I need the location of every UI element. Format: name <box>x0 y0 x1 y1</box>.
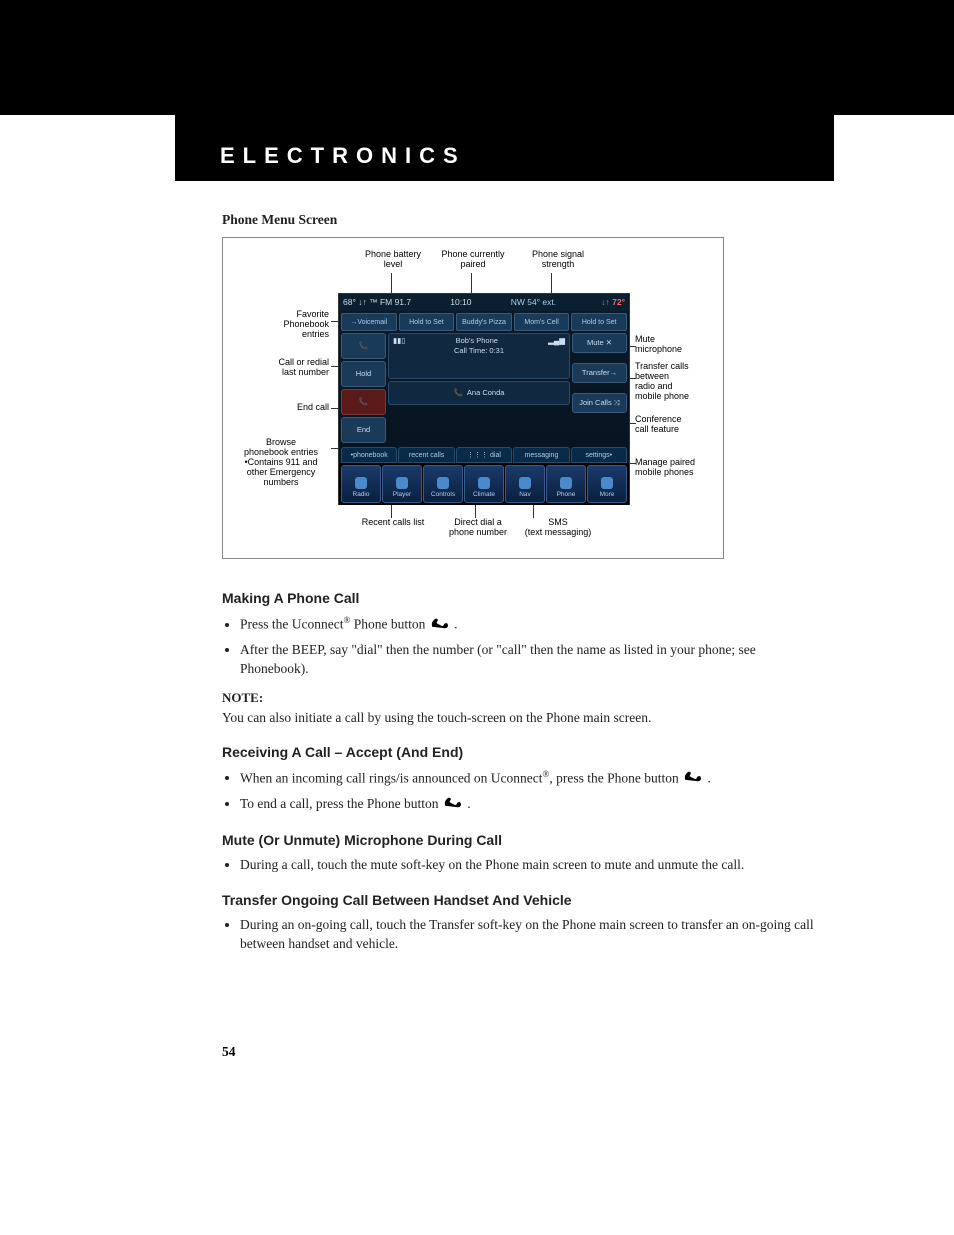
callout-battery: Phone batterylevel <box>353 250 433 270</box>
battery-icon: ▮▮▯ <box>393 336 405 346</box>
call-icon-button[interactable]: 📞 <box>341 333 386 359</box>
phone-handset-icon <box>442 795 464 815</box>
fav-5[interactable]: Hold to Set <box>571 313 627 331</box>
more-icon <box>601 477 613 489</box>
signal-icon: ▂▄▆ <box>548 336 565 346</box>
callout-redial: Call or rediallast number <box>229 358 329 378</box>
contact-name: Ana Conda <box>467 388 505 398</box>
transfer-heading: Transfer Ongoing Call Between Handset An… <box>222 891 824 910</box>
tab-dial[interactable]: ⋮⋮⋮ dial <box>456 447 512 463</box>
nav-nav[interactable]: Nav <box>505 465 545 503</box>
callout-endcall: End call <box>229 403 329 413</box>
nav-climate[interactable]: Climate <box>464 465 504 503</box>
controls-icon <box>437 477 449 489</box>
section-header: ELECTRONICS <box>175 115 834 181</box>
redphone-icon-button[interactable]: 📞 <box>341 389 386 415</box>
climate-icon <box>478 477 490 489</box>
transfer-list: During an on-going call, touch the Trans… <box>222 916 824 954</box>
tab-settings[interactable]: settings• <box>571 447 627 463</box>
uconnect-screen: 68° ↓↑ ™ FM 91.7 10:10 NW 54° ext. ↓↑ 72… <box>338 293 630 505</box>
transfer-button[interactable]: Transfer→ <box>572 363 627 383</box>
page-number: 54 <box>222 1044 236 1060</box>
list-item: Press the Uconnect® Phone button . <box>240 614 824 635</box>
nav-radio[interactable]: Radio <box>341 465 381 503</box>
status-compass: NW 54° ext. <box>511 297 556 308</box>
tab-recent[interactable]: recent calls <box>398 447 454 463</box>
fav-3[interactable]: Buddy's Pizza <box>456 313 512 331</box>
main-nav: Radio Player Controls Climate Nav Phone … <box>339 463 629 505</box>
note-label: NOTE: <box>222 689 824 707</box>
tab-phonebook[interactable]: •phonebook <box>341 447 397 463</box>
callout-phonebook: Browsephonebook entries•Contains 911 and… <box>229 438 333 487</box>
mute-heading: Mute (Or Unmute) Microphone During Call <box>222 831 824 850</box>
manual-page: ELECTRONICS Phone Menu Screen Phone batt… <box>0 0 954 1235</box>
top-black-bar <box>0 0 954 115</box>
nav-phone[interactable]: Phone <box>546 465 586 503</box>
nav-controls[interactable]: Controls <box>423 465 463 503</box>
callout-signal: Phone signalstrength <box>518 250 598 270</box>
making-call-heading: Making A Phone Call <box>222 589 824 608</box>
mute-list: During a call, touch the mute soft-key o… <box>222 856 824 875</box>
callout-paired: Phone currentlypaired <box>433 250 513 270</box>
call-grid: 📞 Hold 📞 End ▮▮▯ Bob's Phone ▂▄▆ Call Time… <box>339 333 629 445</box>
list-item: During a call, touch the mute soft-key o… <box>240 856 824 875</box>
callout-manage: Manage pairedmobile phones <box>635 458 720 478</box>
callout-recent: Recent calls list <box>353 518 433 528</box>
phone-handset-icon <box>429 616 451 636</box>
list-item: During an on-going call, touch the Trans… <box>240 916 824 954</box>
favorites-row: →Voicemail Hold to Set Buddy's Pizza Mom… <box>339 311 629 333</box>
list-item: To end a call, press the Phone button . <box>240 795 824 815</box>
callout-conference: Conferencecall feature <box>635 415 720 435</box>
contact-row[interactable]: 📞 Ana Conda <box>388 381 570 405</box>
figure-title: Phone Menu Screen <box>222 211 824 229</box>
navigation-icon <box>519 477 531 489</box>
status-temp-left: 68° ↓↑ ™ FM 91.7 <box>343 297 411 308</box>
nav-more[interactable]: More <box>587 465 627 503</box>
status-temp-right: ↓↑ 72° <box>601 297 625 308</box>
status-clock: 10:10 <box>450 297 471 308</box>
player-icon <box>396 477 408 489</box>
nav-player[interactable]: Player <box>382 465 422 503</box>
end-button[interactable]: End <box>341 417 386 443</box>
phone-nav-icon <box>560 477 572 489</box>
call-time: Call Time: 0:31 <box>393 346 565 356</box>
phone-menu-diagram: Phone batterylevel Phone currentlypaired… <box>222 237 724 559</box>
callout-mute: Mutemicrophone <box>635 335 720 355</box>
making-call-list: Press the Uconnect® Phone button . After… <box>222 614 824 679</box>
status-bar: 68° ↓↑ ™ FM 91.7 10:10 NW 54° ext. ↓↑ 72… <box>339 294 629 311</box>
fav-1[interactable]: →Voicemail <box>341 313 397 331</box>
receiving-list: When an incoming call rings/is announced… <box>222 768 824 815</box>
tab-messaging[interactable]: messaging <box>513 447 569 463</box>
callout-sms: SMS(text messaging) <box>518 518 598 538</box>
callout-dial: Direct dial aphone number <box>438 518 518 538</box>
phone-small-icon: 📞 <box>454 388 463 398</box>
hold-button[interactable]: Hold <box>341 361 386 387</box>
fav-2[interactable]: Hold to Set <box>399 313 455 331</box>
radio-icon <box>355 477 367 489</box>
list-item: When an incoming call rings/is announced… <box>240 768 824 789</box>
page-content: Phone Menu Screen Phone batterylevel Pho… <box>0 181 954 954</box>
callout-transfer: Transfer callsbetweenradio andmobile pho… <box>635 362 720 402</box>
phone-name: Bob's Phone <box>456 336 498 346</box>
receiving-heading: Receiving A Call – Accept (And End) <box>222 743 824 762</box>
active-call-info: ▮▮▯ Bob's Phone ▂▄▆ Call Time: 0:31 <box>388 333 570 379</box>
fav-4[interactable]: Mom's Cell <box>514 313 570 331</box>
phone-tabs: •phonebook recent calls ⋮⋮⋮ dial messagi… <box>339 445 629 463</box>
join-calls-button[interactable]: Join Calls ⤨ <box>572 393 627 413</box>
callout-favorites: FavoritePhonebookentries <box>229 310 329 340</box>
mute-button[interactable]: Mute ✕ <box>572 333 627 353</box>
phone-handset-icon <box>682 769 704 789</box>
note-text: You can also initiate a call by using th… <box>222 709 824 727</box>
list-item: After the BEEP, say "dial" then the numb… <box>240 641 824 679</box>
